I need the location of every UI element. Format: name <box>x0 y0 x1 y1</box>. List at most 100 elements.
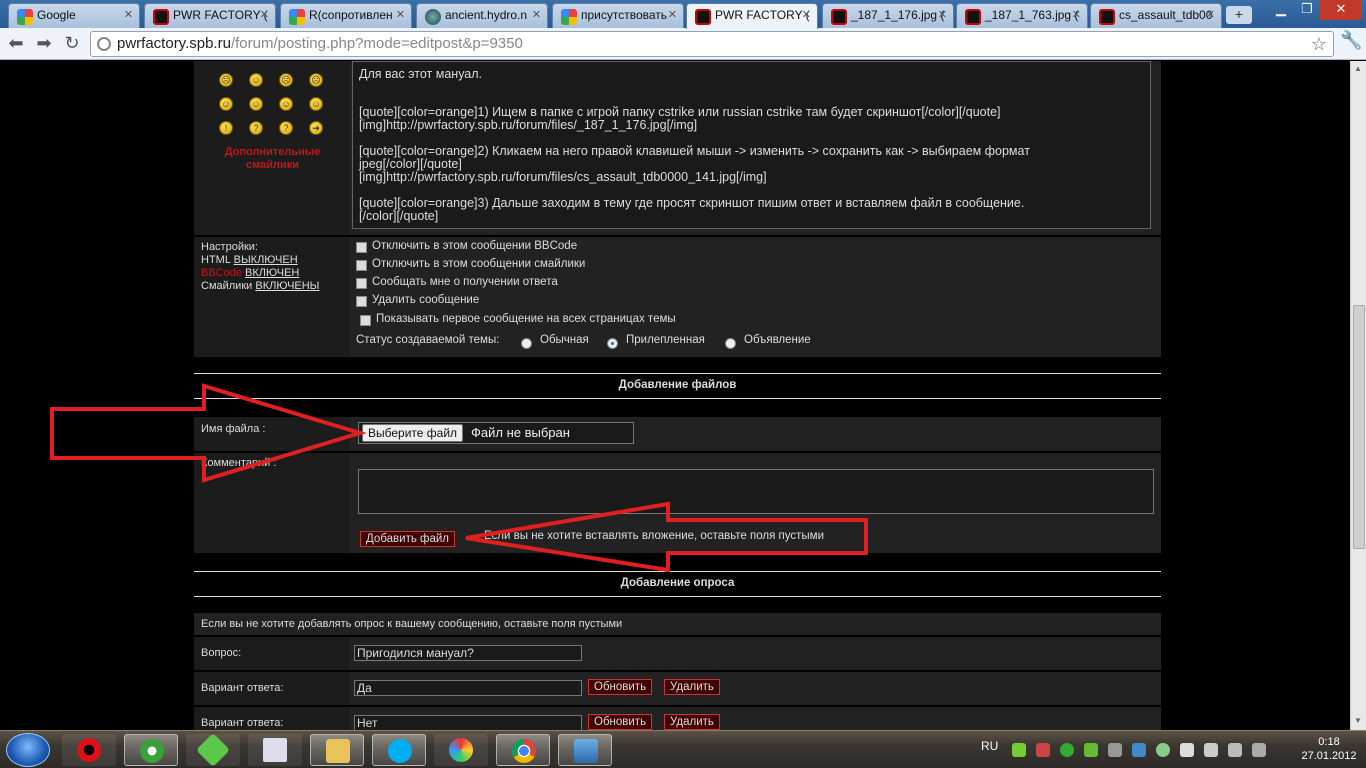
editor-line: [img]http://pwrfactory.spb.ru/forum/file… <box>359 118 698 132</box>
poll-question-input[interactable]: Пригодился мануал? <box>354 645 582 661</box>
poll-update-button[interactable]: Обновить <box>588 679 653 695</box>
tab-prisutstvovat[interactable]: присутствовать ✕ <box>552 3 684 28</box>
smiley-grin-icon[interactable]: ☺ <box>309 97 323 111</box>
back-icon[interactable]: ⬅ <box>4 32 28 56</box>
network-signal-icon[interactable] <box>1228 743 1242 757</box>
add-file-button[interactable]: Добавить файл <box>360 531 456 547</box>
pwr-icon <box>831 9 847 25</box>
reload-icon[interactable]: ↻ <box>60 32 84 56</box>
bbcode-label[interactable]: BBCode <box>201 267 242 279</box>
utorrent-tray-icon[interactable] <box>1060 743 1074 757</box>
power-icon[interactable] <box>1204 743 1218 757</box>
scroll-down-icon[interactable]: ▼ <box>1354 716 1362 725</box>
close-icon[interactable]: ✕ <box>532 8 541 21</box>
comment-textarea[interactable] <box>358 469 1154 514</box>
page-info-icon[interactable] <box>97 37 111 51</box>
tray-app-icon[interactable] <box>1156 743 1170 757</box>
topic-status-normal-radio[interactable] <box>521 338 532 349</box>
poll-update-button[interactable]: Обновить <box>588 714 653 730</box>
smiley-question-icon[interactable]: ? <box>249 121 263 135</box>
tab-resistance-search[interactable]: R(сопротивлен ✕ <box>280 3 412 28</box>
smiley-arrow-icon[interactable]: ➔ <box>309 121 323 135</box>
notify-reply-checkbox[interactable] <box>356 278 367 289</box>
taskbar-opera[interactable] <box>62 734 116 766</box>
page-scrollbar[interactable]: ▲ ▼ <box>1350 61 1366 730</box>
poll-delete-button[interactable]: Удалить <box>664 679 720 695</box>
tab-image-763[interactable]: _187_1_763.jpg (✕ <box>956 3 1088 28</box>
taskbar-app-window[interactable] <box>248 734 302 766</box>
utorrent-icon <box>140 739 164 763</box>
close-icon[interactable]: ✕ <box>1206 8 1215 21</box>
close-window-icon[interactable]: ✕ <box>1320 0 1362 20</box>
page-scroll-thumb[interactable] <box>1353 305 1365 549</box>
topic-status-announcement-radio[interactable] <box>725 338 736 349</box>
close-icon[interactable]: ✕ <box>260 8 269 21</box>
poll-option-input[interactable]: Да <box>354 680 582 696</box>
html-state-link[interactable]: ВЫКЛЮЧЕН <box>234 254 298 266</box>
smiley-idea-icon[interactable]: ? <box>279 121 293 135</box>
smiley-confused-icon[interactable]: ☹ <box>219 73 233 87</box>
bbcode-state-link[interactable]: ВКЛЮЧЕН <box>245 267 299 279</box>
close-icon[interactable]: ✕ <box>802 8 811 21</box>
action-center-flag-icon[interactable] <box>1180 743 1194 757</box>
close-icon[interactable]: ✕ <box>396 8 405 21</box>
poll-delete-button[interactable]: Удалить <box>664 714 720 730</box>
close-icon[interactable]: ✕ <box>668 8 677 21</box>
disable-bbcode-checkbox[interactable] <box>356 242 367 253</box>
smiley-shocked-icon[interactable]: ☺ <box>279 97 293 111</box>
tray-app-icon[interactable] <box>1108 743 1122 757</box>
new-tab-button[interactable]: + <box>1226 6 1252 24</box>
tab-pwr-factory-1[interactable]: PWR FACTORY (✕ <box>144 3 276 28</box>
smiley-cool-icon[interactable]: ☺ <box>249 97 263 111</box>
taskbar-image-viewer[interactable] <box>558 734 612 766</box>
smiley-sad-icon[interactable]: ☹ <box>309 73 323 87</box>
taskbar-skype[interactable] <box>372 734 426 766</box>
taskbar-app-green[interactable] <box>186 733 240 767</box>
nvidia-icon[interactable] <box>1084 743 1098 757</box>
volume-icon[interactable] <box>1036 743 1050 757</box>
smiley-sad-icon[interactable]: ☹ <box>279 73 293 87</box>
smilies-state-link[interactable]: ВКЛЮЧЕНЫ <box>255 280 319 292</box>
tab-image-176[interactable]: _187_1_176.jpg (✕ <box>822 3 954 28</box>
page-viewport: Дополнительные смайлики Для вас этот ман… <box>0 61 1350 730</box>
smiley-exclaim-icon[interactable]: ! <box>219 121 233 135</box>
smiley-smile-icon[interactable]: ☺ <box>249 73 263 87</box>
close-icon[interactable]: ✕ <box>938 8 947 21</box>
tab-title: ancient.hydro.n <box>445 8 528 22</box>
start-button[interactable] <box>6 733 50 767</box>
taskbar-chrome[interactable] <box>496 734 550 766</box>
delete-post-checkbox[interactable] <box>356 296 367 307</box>
restore-icon[interactable]: ❐ <box>1294 0 1320 20</box>
taskbar-utorrent[interactable] <box>124 734 178 766</box>
volume-tray-icon[interactable] <box>1252 743 1266 757</box>
language-indicator[interactable]: RU <box>981 739 998 753</box>
smiley-mad-icon[interactable]: ☺ <box>219 97 233 111</box>
tab-ancient-hydro[interactable]: ancient.hydro.n ✕ <box>416 3 548 28</box>
taskbar-paint[interactable] <box>434 734 488 766</box>
poll-option-input[interactable]: Нет <box>354 715 582 730</box>
address-bar[interactable]: pwrfactory.spb.ru/forum/posting.php?mode… <box>90 31 1334 57</box>
chrome-icon <box>512 739 536 763</box>
tray-app-icon[interactable] <box>1132 743 1146 757</box>
message-textarea[interactable]: Для вас этот мануал. [quote][color=orange… <box>352 61 1151 229</box>
taskbar-explorer[interactable] <box>310 734 364 766</box>
close-icon[interactable]: ✕ <box>124 8 133 21</box>
url-path: /forum/posting.php?mode=editpost&p=9350 <box>230 35 523 52</box>
bookmark-star-icon[interactable]: ☆ <box>1311 32 1327 56</box>
disable-smilies-checkbox[interactable] <box>356 260 367 271</box>
wrench-menu-icon[interactable]: 🔧 <box>1340 30 1362 51</box>
show-first-post-checkbox[interactable] <box>360 315 371 326</box>
tab-google[interactable]: Google ✕ <box>8 3 140 28</box>
editor-line: [/color][/quote] <box>359 209 439 223</box>
minimize-icon[interactable]: ▁ <box>1268 0 1294 20</box>
topic-status-sticky-radio[interactable] <box>607 338 618 349</box>
tab-pwr-factory-active[interactable]: PWR FACTORY (✕ <box>686 3 818 29</box>
scroll-up-icon[interactable]: ▲ <box>1354 64 1362 73</box>
more-smileys-link[interactable]: Дополнительные смайлики <box>200 146 345 172</box>
tray-app-icon[interactable] <box>1012 743 1026 757</box>
forward-icon[interactable]: ➡ <box>32 32 56 56</box>
close-icon[interactable]: ✕ <box>1072 8 1081 21</box>
system-clock[interactable]: 0:18 27.01.2012 <box>1296 735 1362 763</box>
tab-cs-assault[interactable]: cs_assault_tdb00 ✕ <box>1090 3 1222 28</box>
choose-file-button[interactable]: Выберите файл <box>362 424 464 442</box>
